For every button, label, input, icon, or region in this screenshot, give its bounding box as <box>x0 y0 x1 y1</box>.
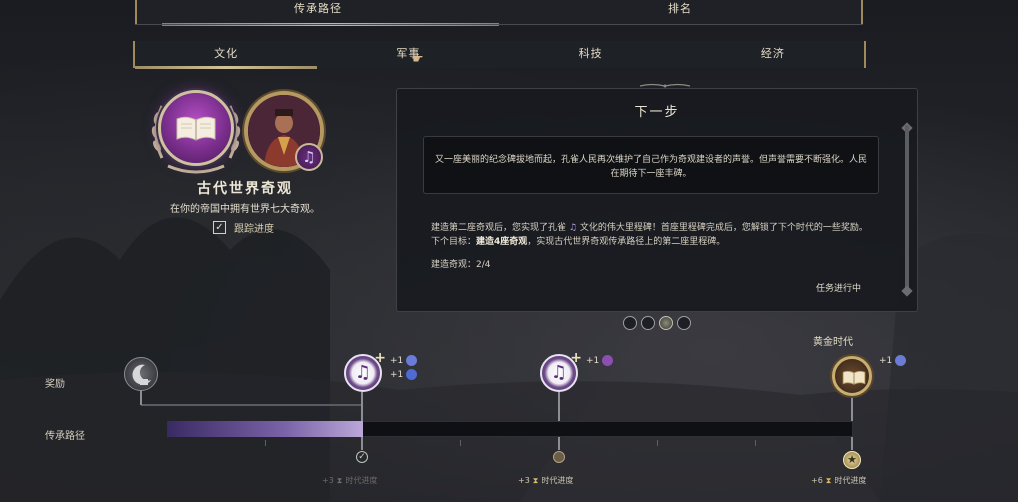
plus-icon: + <box>374 350 386 366</box>
era-progress-reward: +3 ⧗ 时代进度 <box>322 475 378 486</box>
hourglass-icon: ⧗ <box>336 475 343 485</box>
milestone-description: 建造第二座奇观后，您实现了孔雀 ♫ 文化的伟大里程碑！首座里程碑完成后，您解锁了… <box>431 221 871 249</box>
next-goal-prefix: 下个目标： <box>431 237 477 247</box>
moon-lock-icon[interactable] <box>124 357 158 391</box>
page-dot[interactable] <box>623 316 637 330</box>
hourglass-icon: ⧗ <box>532 475 539 485</box>
legacy-progress-fill <box>167 421 363 437</box>
hourglass-icon: ⧗ <box>825 475 832 485</box>
reward-item: +1 <box>390 369 418 380</box>
book-icon <box>842 370 866 385</box>
golden-age-label: 黄金时代 <box>813 337 853 348</box>
progress-tick <box>460 440 461 446</box>
tab-science[interactable]: 科技 <box>500 41 682 68</box>
narrative-quote: 又一座美丽的纪念碑拔地而起，孔雀人民再次维护了自己作为奇观建设者的声誉。但声誉需… <box>423 136 879 194</box>
legacy-description: 在你的帝国中拥有世界七大奇观。 <box>170 204 320 215</box>
milestone-line1-tail: 文化的伟大里程碑！首座里程碑完成后，您解锁了下个时代的一些奖励。 <box>579 223 868 233</box>
category-tab-bar: 文化 军事 科技 经济 <box>133 41 866 69</box>
music-note-icon: ♫ <box>568 223 577 233</box>
milestone-node-3[interactable] <box>832 356 872 396</box>
progress-tick <box>755 440 756 446</box>
milestone-node-1[interactable]: ♫ + <box>344 350 386 392</box>
rewards-row-label: 奖励 <box>45 379 65 390</box>
next-goal-bold: 建造4座奇观 <box>476 237 528 247</box>
reward-item: +1 <box>390 355 418 366</box>
tab-economy[interactable]: 经济 <box>682 41 864 68</box>
track-progress-toggle[interactable]: ✓ 跟踪进度 <box>213 220 274 235</box>
tab-culture[interactable]: 文化 <box>135 41 318 69</box>
tab-rankings[interactable]: 排名 <box>499 0 861 24</box>
milestone-line1: 建造第二座奇观后，您实现了孔雀 <box>431 223 567 233</box>
track-progress-label: 跟踪进度 <box>234 224 274 235</box>
panel-title: 下一步 <box>634 105 680 120</box>
milestone-dot-icon <box>553 451 565 463</box>
pointer-cursor-icon: ☛ <box>412 52 424 67</box>
tab-legacy-paths[interactable]: 传承路径 <box>137 0 499 26</box>
era-progress-reward: +3 ⧗ 时代进度 <box>518 475 574 486</box>
music-note-icon: ♫ <box>295 143 323 171</box>
tab-military[interactable]: 军事 <box>317 41 499 68</box>
moon-icon <box>132 364 151 385</box>
panel-scrollbar[interactable] <box>905 125 909 295</box>
wonder-progress: 建造奇观：2/4 <box>431 260 491 270</box>
book-icon <box>176 116 216 141</box>
page-dot[interactable] <box>677 316 691 330</box>
tab-divider <box>135 24 863 25</box>
reward-item: +1 <box>879 355 907 366</box>
culture-icon <box>406 369 418 380</box>
next-goal-tail: ，实现古代世界奇观传承路径上的第二座里程碑。 <box>527 237 726 247</box>
connector-line <box>140 390 142 405</box>
page-indicator <box>623 316 691 330</box>
milestone-node-2[interactable]: ♫ + <box>540 350 582 392</box>
scroll-down-icon[interactable] <box>901 285 913 297</box>
reward-item: +1 <box>586 355 614 366</box>
era-progress-reward: +6 ⧗ 时代进度 <box>811 475 867 486</box>
narrative-quote-text: 又一座美丽的纪念碑拔地而起，孔雀人民再次维护了自己作为奇观建设者的声誉。但声誉需… <box>434 155 867 179</box>
golden-star-icon: ★ <box>843 451 861 469</box>
reward-connector <box>141 404 362 406</box>
plus-icon: + <box>570 350 582 366</box>
progress-tick <box>265 440 266 446</box>
wonder-icon <box>602 355 614 366</box>
top-tab-bar: 传承路径 排名 <box>135 0 863 26</box>
legacy-title: 古代世界奇观 <box>197 181 293 197</box>
quest-status: 任务进行中 <box>815 284 861 294</box>
next-step-panel: 下一步 又一座美丽的纪念碑拔地而起，孔雀人民再次维护了自己作为奇观建设者的声誉。… <box>396 88 918 312</box>
legacy-emblem <box>158 90 234 166</box>
page-dot[interactable] <box>659 316 673 330</box>
legacy-path-row-label: 传承路径 <box>45 431 85 442</box>
attribute-icon <box>895 355 907 366</box>
completed-check-icon: ✓ <box>356 451 368 463</box>
attribute-icon <box>406 355 418 366</box>
progress-tick <box>657 440 658 446</box>
track-progress-checkbox[interactable]: ✓ <box>213 221 226 234</box>
page-dot[interactable] <box>641 316 655 330</box>
